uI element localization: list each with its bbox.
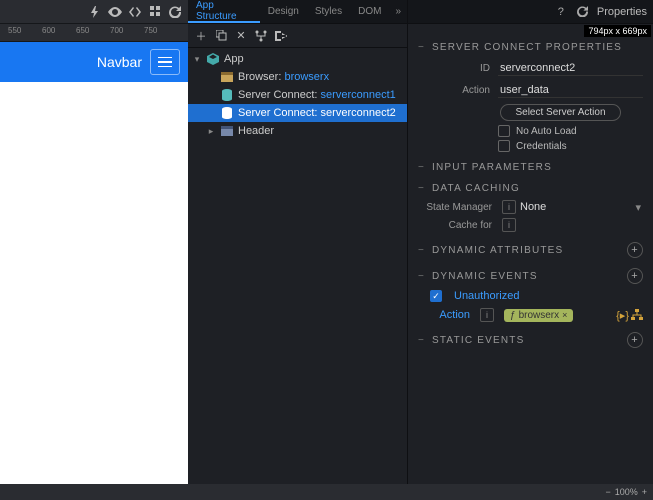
checkbox-icon[interactable] bbox=[498, 140, 510, 152]
refresh-icon[interactable] bbox=[575, 4, 591, 20]
action-label: Action bbox=[418, 85, 498, 96]
bolt-icon[interactable] bbox=[86, 3, 104, 21]
tree-label: Browser: browserx bbox=[238, 71, 329, 83]
exit-icon[interactable] bbox=[272, 27, 290, 45]
add-icon[interactable]: + bbox=[627, 332, 643, 348]
checkbox-checked-icon[interactable]: ✓ bbox=[430, 290, 442, 302]
panel-title: Properties bbox=[597, 6, 647, 18]
tree-node-serverconnect1[interactable]: Server Connect: serverconnect1 bbox=[188, 86, 407, 104]
eye-icon[interactable] bbox=[106, 3, 124, 21]
properties-toolbar: ? Properties bbox=[408, 0, 653, 24]
header-icon bbox=[220, 124, 234, 138]
tree-label: Header bbox=[238, 125, 274, 137]
expand-icon[interactable]: ▸ bbox=[206, 126, 216, 137]
refresh-icon[interactable] bbox=[166, 3, 184, 21]
cache-for-label: Cache for bbox=[418, 220, 498, 231]
add-icon[interactable]: ＋ bbox=[192, 27, 210, 45]
section-dynamic-attributes[interactable]: DYNAMIC ATTRIBUTES+ bbox=[418, 242, 643, 258]
data-picker-icon[interactable]: {▸} bbox=[616, 309, 629, 322]
zoom-out-icon[interactable]: − bbox=[605, 487, 610, 497]
properties-panel: ? Properties SERVER CONNECT PROPERTIES I… bbox=[408, 0, 653, 500]
hamburger-icon[interactable] bbox=[150, 49, 180, 75]
checkbox-icon[interactable] bbox=[498, 125, 510, 137]
tree-toolbar: ＋ ✕ bbox=[188, 24, 407, 48]
zoom-value: 100% bbox=[615, 487, 638, 497]
add-icon[interactable]: + bbox=[627, 242, 643, 258]
tree-node-header[interactable]: ▸ Header bbox=[188, 122, 407, 140]
preview-navbar[interactable]: Navbar bbox=[0, 42, 188, 82]
section-dynamic-events[interactable]: DYNAMIC EVENTS+ bbox=[418, 268, 643, 284]
tree-node-app[interactable]: ▾ App bbox=[188, 50, 407, 68]
structure-panel: App Structure Design Styles DOM » ＋ ✕ ▾ … bbox=[188, 0, 408, 500]
section-server-connect[interactable]: SERVER CONNECT PROPERTIES bbox=[418, 42, 643, 53]
remove-icon[interactable]: × bbox=[562, 310, 567, 320]
tree-label: App bbox=[224, 53, 244, 65]
info-icon[interactable]: i bbox=[480, 308, 494, 322]
tree-label: Server Connect: serverconnect1 bbox=[238, 89, 396, 101]
action-pill[interactable]: ƒbrowserx× bbox=[504, 309, 573, 322]
id-label: ID bbox=[418, 63, 498, 74]
tab-design[interactable]: Design bbox=[260, 0, 307, 23]
zoom-bar: − 100% + bbox=[0, 484, 653, 500]
cube-icon bbox=[206, 52, 220, 66]
grid-icon[interactable] bbox=[146, 3, 164, 21]
database-icon bbox=[220, 106, 234, 120]
dropdown-icon[interactable]: ▾ bbox=[633, 201, 643, 214]
tab-dom[interactable]: DOM bbox=[350, 0, 389, 23]
section-input-parameters[interactable]: INPUT PARAMETERS bbox=[418, 162, 643, 173]
tab-styles[interactable]: Styles bbox=[307, 0, 350, 23]
help-icon[interactable]: ? bbox=[553, 4, 569, 20]
browser-icon bbox=[220, 70, 234, 84]
event-name: Unauthorized bbox=[454, 290, 519, 302]
action-input[interactable]: user_data bbox=[498, 83, 643, 98]
tree-node-serverconnect2[interactable]: Server Connect: serverconnect2 bbox=[188, 104, 407, 122]
tab-app-structure[interactable]: App Structure bbox=[188, 0, 260, 23]
id-input[interactable]: serverconnect2 bbox=[498, 61, 643, 76]
component-tree: ▾ App Browser: browserx Server Connect: … bbox=[188, 48, 407, 142]
ruler: 550 600 650 700 750 bbox=[0, 24, 188, 42]
no-auto-load-option[interactable]: No Auto Load bbox=[418, 125, 643, 137]
select-server-action-button[interactable]: Select Server Action bbox=[500, 104, 620, 121]
navbar-title: Navbar bbox=[97, 54, 142, 70]
delete-icon[interactable]: ✕ bbox=[232, 27, 250, 45]
database-icon bbox=[220, 88, 234, 102]
event-unauthorized[interactable]: ✓ Unauthorized bbox=[418, 290, 643, 302]
section-data-caching[interactable]: DATA CACHING bbox=[418, 183, 643, 194]
state-manager-select[interactable]: None bbox=[520, 201, 633, 213]
event-action-label: Action bbox=[430, 309, 470, 321]
info-icon[interactable]: i bbox=[502, 218, 516, 232]
info-icon[interactable]: i bbox=[502, 200, 516, 214]
add-icon[interactable]: + bbox=[627, 268, 643, 284]
dimension-badge: 794px x 669px bbox=[584, 25, 651, 37]
panel-tabs: App Structure Design Styles DOM » bbox=[188, 0, 407, 24]
zoom-in-icon[interactable]: + bbox=[642, 487, 647, 497]
tree-node-browser[interactable]: Browser: browserx bbox=[188, 68, 407, 86]
branch-icon[interactable] bbox=[252, 27, 270, 45]
preview-canvas[interactable]: Navbar bbox=[0, 42, 188, 500]
tabs-overflow-icon[interactable]: » bbox=[389, 6, 407, 17]
flow-icon[interactable] bbox=[631, 309, 643, 322]
copy-icon[interactable] bbox=[212, 27, 230, 45]
state-manager-label: State Manager bbox=[418, 202, 498, 213]
collapse-icon[interactable]: ▾ bbox=[192, 54, 202, 65]
credentials-option[interactable]: Credentials bbox=[418, 140, 643, 152]
preview-panel: 550 600 650 700 750 794px x 669px Navbar… bbox=[0, 0, 188, 500]
section-static-events[interactable]: STATIC EVENTS+ bbox=[418, 332, 643, 348]
tree-label: Server Connect: serverconnect2 bbox=[238, 107, 396, 119]
code-icon[interactable] bbox=[126, 3, 144, 21]
preview-toolbar bbox=[0, 0, 188, 24]
